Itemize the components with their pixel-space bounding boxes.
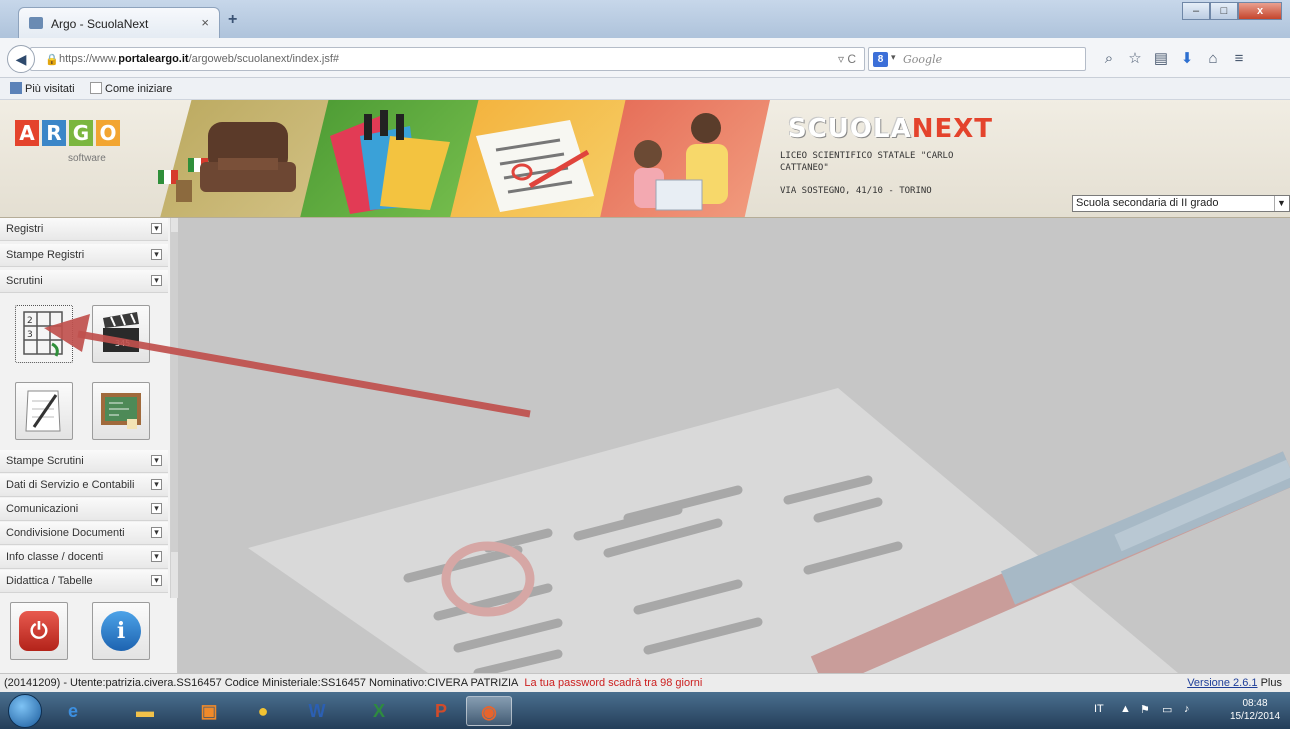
clock-date: 15/12/2014	[1229, 711, 1281, 722]
word-icon[interactable]: W	[294, 696, 340, 726]
media-player-icon[interactable]: ▣	[186, 696, 232, 726]
volume-icon[interactable]: ♪	[1184, 703, 1190, 715]
internet-explorer-icon[interactable]: e	[50, 696, 96, 726]
language-indicator[interactable]: IT	[1094, 703, 1104, 715]
show-hidden-icons-icon[interactable]: ▲	[1120, 703, 1131, 715]
pointer-arrow	[44, 314, 531, 418]
version-info: Versione 2.6.1 Plus	[1187, 677, 1282, 689]
excel-icon[interactable]: X	[356, 696, 402, 726]
windows-taskbar: e ▬ ▣ ● W X P ◉ IT ▲ ⚑ ▭ ♪ 08:48 15/12/2…	[0, 692, 1290, 729]
password-warning: La tua password scadrà tra 98 giorni	[524, 677, 703, 689]
firefox-icon[interactable]: ◉	[466, 696, 512, 726]
network-icon[interactable]: ▭	[1162, 703, 1172, 716]
flag-icon[interactable]: ⚑	[1140, 703, 1150, 716]
system-tray: IT ▲ ⚑ ▭ ♪ 08:48 15/12/2014	[1082, 696, 1282, 726]
clock-time: 08:48	[1242, 698, 1268, 709]
version-link[interactable]: Versione 2.6.1	[1187, 677, 1257, 689]
windows-start-button[interactable]	[8, 694, 42, 728]
clock[interactable]: 08:48 15/12/2014	[1228, 697, 1282, 723]
chrome-icon[interactable]: ●	[240, 696, 286, 726]
file-explorer-icon[interactable]: ▬	[122, 696, 168, 726]
status-bar: (20141209) - Utente:patrizia.civera.SS16…	[0, 673, 1290, 692]
powerpoint-icon[interactable]: P	[418, 696, 464, 726]
user-info-text: (20141209) - Utente:patrizia.civera.SS16…	[4, 677, 519, 689]
